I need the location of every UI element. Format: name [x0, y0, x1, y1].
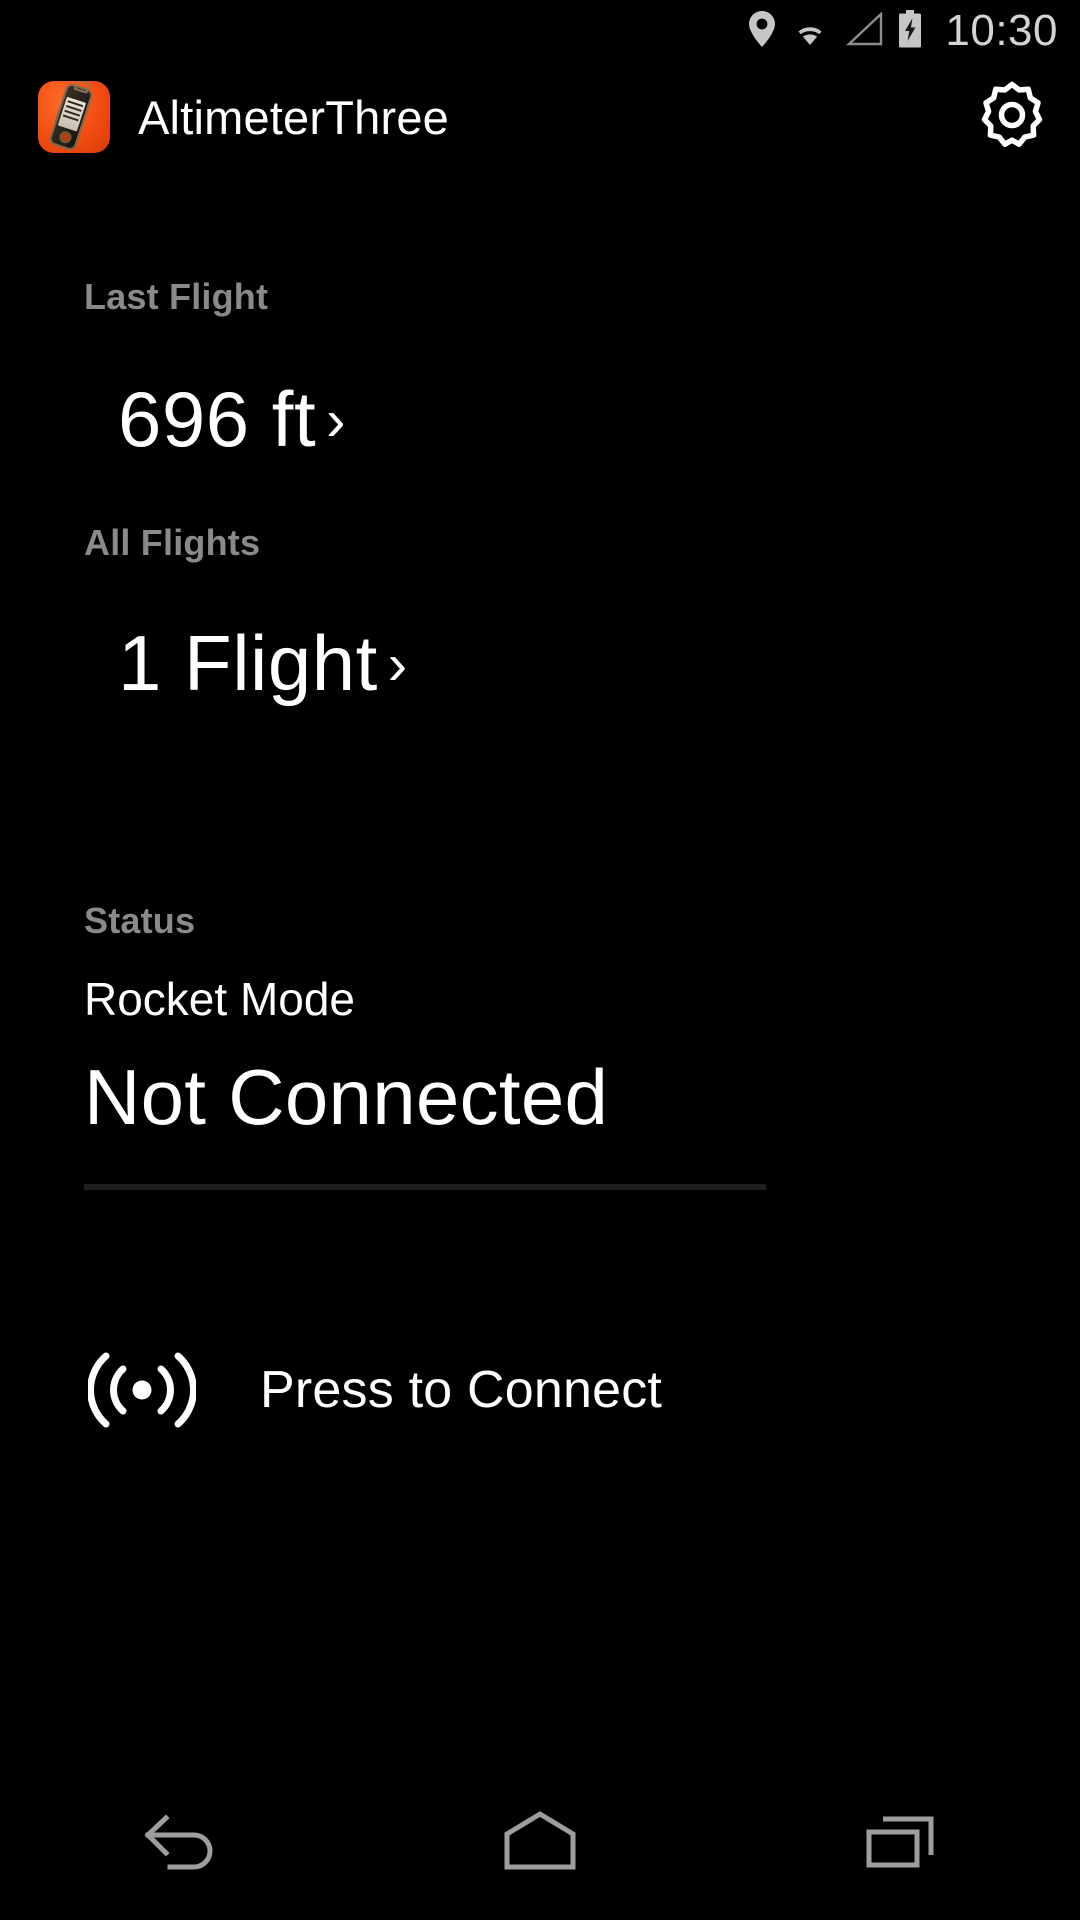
- broadcast-icon: [84, 1345, 200, 1435]
- status-mode-text: Rocket Mode: [84, 973, 356, 1025]
- nav-back-button[interactable]: [0, 1770, 360, 1920]
- nav-home-button[interactable]: [360, 1770, 720, 1920]
- main-content: Last Flight 696 ft › All Flights 1 Flight…: [0, 0, 1080, 1920]
- all-flights-value: 1 Flight: [118, 619, 378, 707]
- status-label: Status: [84, 900, 196, 941]
- chevron-right-icon: ›: [387, 632, 408, 697]
- last-flight-value: 696 ft: [118, 375, 317, 463]
- chevron-right-icon: ›: [326, 388, 346, 453]
- nav-recents-button[interactable]: [720, 1770, 1080, 1920]
- navigation-bar: [0, 1770, 1080, 1920]
- all-flights-value-button[interactable]: 1 Flight ›: [118, 624, 408, 702]
- last-flight-value-button[interactable]: 696 ft ›: [118, 380, 346, 458]
- status-connection-text: Not Connected: [84, 1053, 609, 1141]
- recents-icon: [857, 1807, 943, 1884]
- status-divider: [84, 1184, 766, 1190]
- home-icon: [497, 1807, 583, 1884]
- press-to-connect-label: Press to Connect: [260, 1361, 663, 1419]
- last-flight-label: Last Flight: [84, 276, 269, 317]
- press-to-connect-button[interactable]: Press to Connect: [84, 1330, 844, 1450]
- back-icon: [136, 1807, 224, 1884]
- all-flights-label: All Flights: [84, 522, 261, 563]
